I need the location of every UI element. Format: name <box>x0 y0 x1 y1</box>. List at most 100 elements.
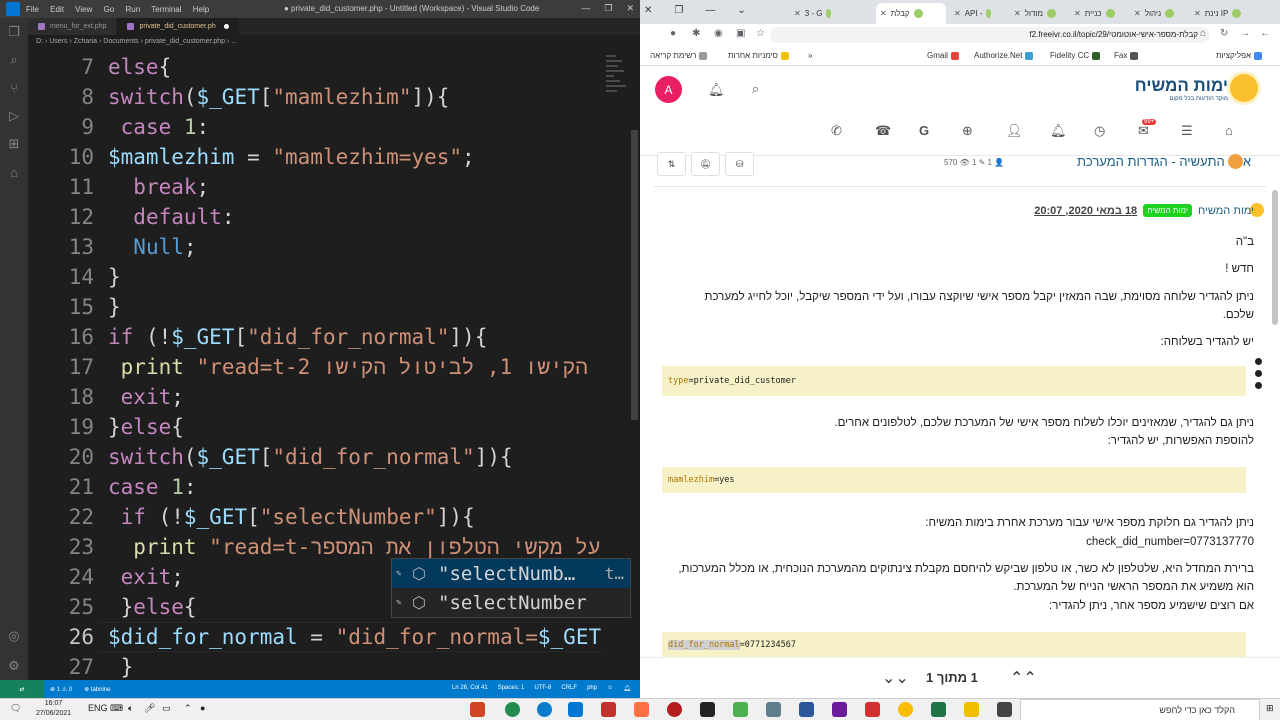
notifications-icon[interactable]: 🗨︎ <box>10 703 21 714</box>
indentation[interactable]: Spaces: 1 <box>498 685 525 692</box>
close-icon[interactable]: ✕ <box>626 3 634 14</box>
post-author[interactable]: ימות המשיח <box>1198 205 1254 217</box>
vscode-taskbar-icon[interactable] <box>568 702 583 717</box>
taskbar-search-input[interactable]: הקלד כאן כדי לחפש <box>1020 699 1260 720</box>
close-icon[interactable]: ✕ <box>1014 9 1021 18</box>
bookmark-star-icon[interactable]: ☆ <box>756 28 765 39</box>
feedback-icon[interactable]: ☺ <box>607 685 613 692</box>
explorer-icon[interactable]: ❐ <box>0 18 28 46</box>
close-icon[interactable]: ✕ <box>1074 9 1081 18</box>
browser-tab[interactable]: ✕ נינת IP <box>1190 3 1278 24</box>
topic-title[interactable]: אזור התעשיה - הגדרות המערכת <box>1031 154 1251 169</box>
code-line[interactable]: 9 case 1: <box>28 112 608 142</box>
close-icon[interactable]: ✕ <box>1194 9 1201 18</box>
user-icon[interactable]: 👤︎ <box>1006 123 1023 139</box>
browser-tab[interactable]: ✕ API - <box>950 3 995 24</box>
double-chevron-up-icon[interactable]: ⌃⌃ <box>1010 668 1037 688</box>
code-line[interactable]: 17 print "read=t-2 הקישו 1, לביטול הקישו <box>28 352 608 382</box>
address-bar[interactable]: f2.freeivr.co.il/topic/29/קבלת-מספר-אישי… <box>770 27 1210 43</box>
bookmark-reading-list[interactable]: רשימת קריאה <box>650 51 708 60</box>
code-line[interactable]: 27 } <box>28 652 608 680</box>
search-icon[interactable]: ⌕ <box>0 46 28 74</box>
profile-icon[interactable]: ● <box>670 28 676 39</box>
menu-view[interactable]: View <box>75 5 92 14</box>
breadcrumb[interactable]: D: › Users › Zcharia › Documents › priva… <box>28 35 640 49</box>
search-icon[interactable]: ⌕ <box>752 81 759 97</box>
suggestion-item[interactable]: ✎ ⬡ "selectNumber <box>392 588 630 617</box>
menu-run[interactable]: Run <box>126 5 141 14</box>
bookmark-gmail[interactable]: Gmail <box>927 51 959 60</box>
bookmark-fidelity[interactable]: Fidelity CC <box>1050 51 1101 60</box>
record-icon[interactable]: ◉ <box>714 28 723 39</box>
google-icon[interactable]: G <box>919 123 929 138</box>
browser-tab[interactable]: ✕ מודול <box>1010 3 1070 24</box>
forward-icon[interactable]: → <box>1240 28 1250 39</box>
remote-indicator[interactable]: ⇄ <box>0 680 44 698</box>
tabnine-status[interactable]: ⊗ tabnine <box>84 686 110 693</box>
site-logo[interactable]: ימות המשיח מוקד הודעות בכל מקום <box>1118 72 1258 112</box>
code-line[interactable]: 15} <box>28 292 608 322</box>
phone-icon[interactable]: ✆ <box>831 123 842 139</box>
page-scrollbar[interactable] <box>1272 190 1278 325</box>
close-icon[interactable]: ✕ <box>644 5 652 16</box>
extensions-icon[interactable]: ⊞ <box>0 130 28 158</box>
bookmark-fax[interactable]: Fax <box>1114 51 1139 60</box>
language-indicator[interactable]: ENG <box>88 703 108 713</box>
tab-menu-for-ext[interactable]: menu_for_ext.php <box>28 18 118 35</box>
browser-tab[interactable]: ✕ 3 - G <box>790 3 835 24</box>
account-icon[interactable]: ◎ <box>0 622 28 650</box>
app-p-icon[interactable] <box>601 702 616 717</box>
network-icon[interactable]: ▭ <box>162 703 171 714</box>
editor-scrollbar[interactable] <box>631 130 638 420</box>
system-clock[interactable]: 16:07 27/06/2021 <box>36 699 71 719</box>
show-hidden-icons-icon[interactable]: ⌃ <box>184 703 192 714</box>
app-flame-icon[interactable] <box>634 702 649 717</box>
powerpoint-icon[interactable] <box>470 702 485 717</box>
avatar[interactable]: A <box>655 76 682 103</box>
calendar-icon[interactable]: ▣ <box>736 28 745 39</box>
minimize-icon[interactable]: — <box>705 5 715 16</box>
code-line[interactable]: 11 break; <box>28 172 608 202</box>
minimize-icon[interactable]: — <box>581 3 590 14</box>
bookmark-other[interactable]: סימניות אחרות <box>728 51 789 60</box>
close-icon[interactable]: ✕ <box>794 9 801 18</box>
unsaved-dot-icon[interactable] <box>223 24 229 29</box>
code-line[interactable]: 21 case 1: <box>28 472 608 502</box>
microphone-icon[interactable]: 🎤︎ <box>144 703 155 714</box>
post-date[interactable]: 18 במאי 2020, 20:07 <box>1034 205 1137 217</box>
code-line[interactable]: 16 if (!$_GET["did_for_normal"]){ <box>28 322 608 352</box>
bell-icon[interactable]: 🔔︎ <box>623 685 631 692</box>
app-purple-icon[interactable] <box>832 702 847 717</box>
close-icon[interactable]: ✕ <box>1134 9 1141 18</box>
tab-search-icon[interactable]: ⌄ <box>737 5 745 16</box>
code-line[interactable]: 13 Null; <box>28 232 608 262</box>
settings-gear-icon[interactable]: ⚙ <box>0 652 28 680</box>
edge-blue-icon[interactable] <box>537 702 552 717</box>
menu-go[interactable]: Go <box>104 5 115 14</box>
menu-edit[interactable]: Edit <box>50 5 64 14</box>
file-explorer-icon[interactable] <box>964 702 979 717</box>
tab-private-did-customer[interactable]: private_did_customer.ph <box>117 18 240 35</box>
app-red-icon[interactable] <box>667 702 682 717</box>
home-icon[interactable]: ⌂ <box>1225 123 1233 138</box>
list-icon[interactable]: ☰ <box>1181 123 1193 139</box>
browser-tab[interactable]: ✕ כניית <box>1070 3 1130 24</box>
clock-icon[interactable]: ◷ <box>1094 123 1105 139</box>
mute-button[interactable]: 🔕︎ <box>691 152 720 176</box>
maximize-icon[interactable]: ❐ <box>604 3 612 14</box>
double-chevron-down-icon[interactable]: ⌄⌄ <box>882 668 909 688</box>
suggestion-item[interactable]: ✎ ⬡ "selectNumb… t… <box>392 559 630 588</box>
phone-square-icon[interactable]: ☎ <box>875 123 891 139</box>
reload-icon[interactable]: ↻ <box>1220 28 1228 39</box>
excel-icon[interactable] <box>931 702 946 717</box>
cursor-position[interactable]: Ln 26, Col 41 <box>452 685 488 692</box>
code-line[interactable]: 12 default: <box>28 202 608 232</box>
language-mode[interactable]: php <box>587 685 597 692</box>
app-green-icon[interactable] <box>733 702 748 717</box>
home-icon[interactable]: ⌂ <box>1200 28 1206 39</box>
word-icon[interactable] <box>799 702 814 717</box>
encoding[interactable]: UTF-8 <box>534 685 551 692</box>
code-line[interactable]: 18 exit; <box>28 382 608 412</box>
bell-icon[interactable]: 🔔︎ <box>1050 123 1067 139</box>
chrome-icon[interactable] <box>898 702 913 717</box>
